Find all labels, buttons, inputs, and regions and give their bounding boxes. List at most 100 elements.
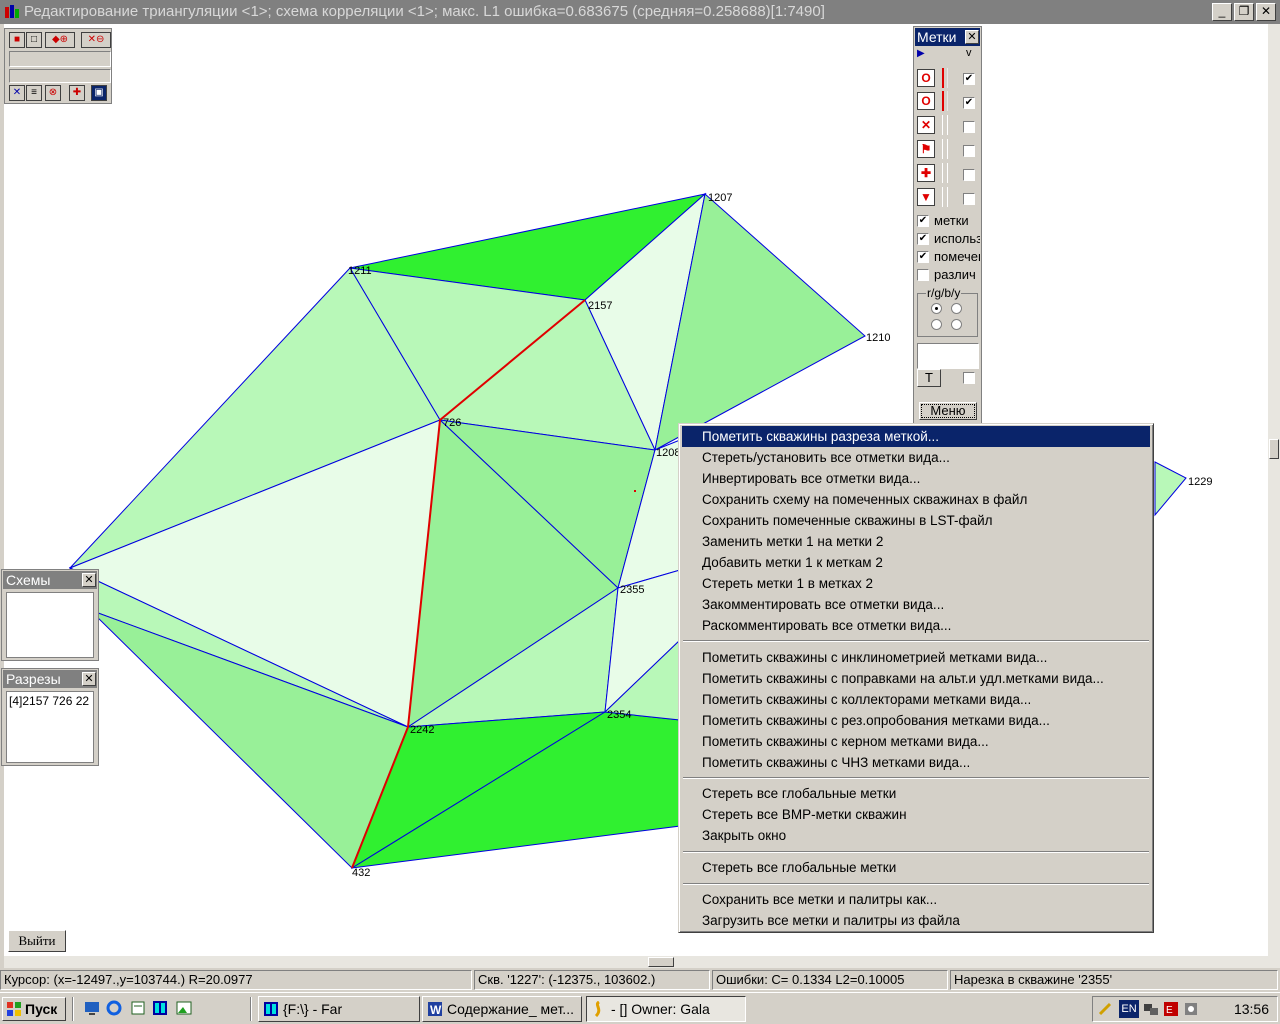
t-button[interactable]: T — [917, 369, 941, 387]
menu-item[interactable]: Закомментировать все отметки вида... — [682, 594, 1150, 615]
color-radio[interactable] — [951, 303, 962, 314]
stop-icon[interactable]: ⊗ — [45, 85, 61, 101]
marker-checkbox[interactable]: ✔ — [963, 73, 975, 85]
option-checkbox[interactable]: ✔ — [917, 215, 929, 227]
clock: 13:56 — [1233, 1001, 1269, 1017]
window-icon[interactable]: ▣ — [91, 85, 107, 101]
exit-button[interactable]: Выйти — [8, 930, 66, 952]
marker-checkbox[interactable] — [963, 121, 975, 133]
scroll-thumb[interactable] — [1269, 439, 1279, 459]
desktop-icon[interactable] — [84, 1000, 100, 1016]
marker-checkbox[interactable] — [963, 169, 975, 181]
status-cursor: Курсор: (x=-12497.,y=103744.) R=20.0977 — [0, 970, 472, 990]
cursor-dot — [634, 490, 636, 492]
menu-item[interactable]: Загрузить все метки и палитры из файла — [682, 910, 1150, 931]
list-item[interactable]: [4]2157 726 22 — [9, 694, 91, 708]
status-bar: Курсор: (x=-12497.,y=103744.) R=20.0977 … — [0, 968, 1280, 992]
schemes-list[interactable] — [6, 592, 94, 658]
color-radio[interactable] — [931, 303, 942, 314]
menu-item[interactable]: Пометить скважины с поправками на альт.и… — [682, 668, 1150, 689]
menu-item[interactable]: Стереть/установить все отметки вида... — [682, 447, 1150, 468]
antivirus-icon[interactable]: E — [1163, 1001, 1179, 1017]
close-icon[interactable]: ✕ — [82, 672, 96, 686]
minimize-button[interactable]: _ — [1212, 3, 1232, 21]
panel-title: Метки — [917, 29, 957, 45]
menu-item[interactable]: Пометить скважины с ЧНЗ метками вида... — [682, 752, 1150, 773]
image-viewer-icon[interactable] — [176, 1000, 192, 1016]
flag-red-icon[interactable]: ⚑ — [917, 140, 935, 158]
zoom-out-icon[interactable]: ✕⊖ — [81, 32, 111, 48]
triangle-red-icon[interactable]: ▼ — [917, 188, 935, 206]
marker-checkbox[interactable] — [963, 193, 975, 205]
horizontal-scrollbar[interactable] — [4, 956, 1268, 968]
well-label: 1207 — [708, 192, 732, 204]
taskbar-button-app[interactable]: - [] Owner: Gala — [586, 996, 746, 1022]
settings-icon[interactable] — [1183, 1001, 1199, 1017]
menu-separator — [683, 777, 1149, 779]
panel-title: Разрезы — [6, 671, 61, 687]
menu-item[interactable]: Пометить скважины с керном метками вида.… — [682, 731, 1150, 752]
palette-slot — [9, 51, 111, 67]
taskbar-button-far[interactable]: {F:\} - Far — [258, 996, 420, 1022]
menu-item[interactable]: Стереть все глобальные метки — [682, 857, 1150, 878]
maximize-button[interactable]: ❐ — [1234, 3, 1254, 21]
zoom-in-icon[interactable]: ◆⊕ — [45, 32, 75, 48]
menu-item[interactable]: Закрыть окно — [682, 825, 1150, 846]
menu-item[interactable]: Пометить скважины разреза меткой... — [682, 426, 1150, 447]
menu-item[interactable]: Пометить скважины с рез.опробования метк… — [682, 710, 1150, 731]
title-bar: Редактирование триангуляции <1>; схема к… — [0, 0, 1280, 24]
color-radio[interactable] — [931, 319, 942, 330]
marker-checkbox[interactable]: ✔ — [963, 97, 975, 109]
target-icon[interactable]: ✚ — [69, 85, 85, 101]
language-indicator[interactable]: EN — [1119, 1000, 1139, 1018]
menu-item[interactable]: Пометить скважины с коллекторами метками… — [682, 689, 1150, 710]
menu-item[interactable]: Стереть метки 1 в метках 2 — [682, 573, 1150, 594]
dropdown-arrow-icon[interactable]: v — [966, 47, 972, 59]
menu-item[interactable]: Раскомментировать все отметки вида... — [682, 615, 1150, 636]
far-manager-icon[interactable] — [152, 1000, 168, 1016]
plus-red-icon[interactable]: ✚ — [917, 164, 935, 182]
network-icon[interactable] — [1143, 1001, 1159, 1017]
option-label: помечен — [934, 249, 980, 264]
internet-explorer-icon[interactable] — [106, 1000, 122, 1016]
menu-item[interactable]: Сохранить все метки и палитры как... — [682, 889, 1150, 910]
power-icon[interactable] — [1097, 1001, 1113, 1017]
select-all-icon[interactable]: ■ — [9, 32, 25, 48]
menu-button[interactable]: Меню — [919, 402, 977, 420]
start-button[interactable]: Пуск — [2, 997, 66, 1021]
menu-item[interactable]: Заменить метки 1 на метки 2 — [682, 531, 1150, 552]
sections-list[interactable]: [4]2157 726 22 — [6, 691, 94, 763]
color-radio[interactable] — [951, 319, 962, 330]
marker-checkbox[interactable] — [963, 145, 975, 157]
vertical-scrollbar[interactable] — [1268, 24, 1280, 968]
menu-item[interactable]: Сохранить помеченные скважины в LST-файл — [682, 510, 1150, 531]
status-well: Скв. '1227': (-12375., 103602.) — [474, 970, 710, 990]
cross-red-icon[interactable]: ✕ — [917, 116, 935, 134]
frame-icon[interactable]: □ — [26, 32, 42, 48]
menu-item[interactable]: Стереть все глобальные метки — [682, 783, 1150, 804]
option-checkbox[interactable] — [917, 269, 929, 281]
list-icon[interactable]: ≡ — [26, 85, 42, 101]
color-bar — [942, 91, 948, 111]
circle-red-icon[interactable]: O — [917, 92, 935, 110]
notes-icon[interactable] — [130, 1000, 146, 1016]
menu-item[interactable]: Сохранить схему на помеченных скважинах … — [682, 489, 1150, 510]
circle-red-icon[interactable]: O — [917, 69, 935, 87]
option-checkbox[interactable]: ✔ — [917, 233, 929, 245]
taskbar-button-word[interactable]: W Содержание_ мет... — [422, 996, 582, 1022]
scroll-thumb[interactable] — [648, 957, 674, 967]
close-button[interactable]: ✕ — [1256, 3, 1276, 21]
menu-item[interactable]: Стереть все BMP-метки скважин — [682, 804, 1150, 825]
status-cut: Нарезка в скважине '2355' — [950, 970, 1278, 990]
color-bar — [942, 139, 948, 159]
close-small-icon[interactable]: ✕ — [9, 85, 25, 101]
option-checkbox[interactable]: ✔ — [917, 251, 929, 263]
menu-item[interactable]: Пометить скважины с инклинометрией метка… — [682, 647, 1150, 668]
well-label: 2242 — [410, 724, 434, 736]
close-icon[interactable]: ✕ — [82, 573, 96, 587]
t-checkbox[interactable] — [963, 372, 975, 384]
menu-item[interactable]: Добавить метки 1 к меткам 2 — [682, 552, 1150, 573]
close-icon[interactable]: ✕ — [965, 30, 979, 44]
text-input[interactable] — [917, 343, 979, 369]
menu-item[interactable]: Инвертировать все отметки вида... — [682, 468, 1150, 489]
